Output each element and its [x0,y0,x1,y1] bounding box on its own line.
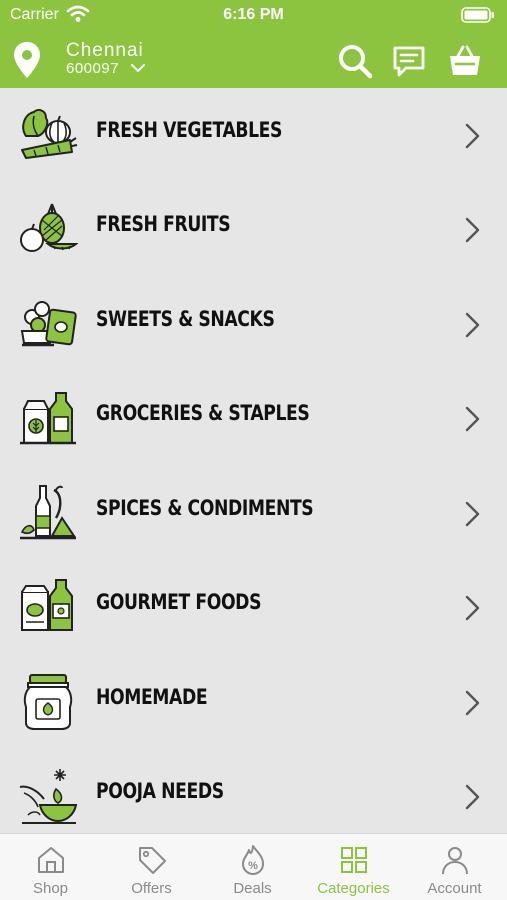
chevron-right-icon[interactable] [462,500,484,528]
category-label[interactable]: POOJA NEEDS [96,779,224,803]
category-row-gourmet-foods[interactable]: GOURMET FOODS [0,560,507,654]
category-row-sweets-snacks[interactable]: SWEETS & SNACKS [0,277,507,371]
chevron-right-icon[interactable] [462,405,484,433]
chevron-right-icon[interactable] [462,311,484,339]
groceries-icon [20,392,76,445]
chevron-right-icon[interactable] [462,783,484,811]
chevron-right-icon[interactable] [462,122,484,150]
app-header: Chennai 600097 [0,34,507,88]
gourmet-icon [21,579,73,631]
percent-icon[interactable]: % [237,844,269,876]
search-icon[interactable] [336,42,374,80]
status-bar: Carrier 6:16 PM [0,0,507,34]
tab-offers[interactable]: Offers [101,834,202,900]
fruits-icon [20,203,78,252]
tag-icon[interactable] [136,844,168,876]
tab-label[interactable]: Shop [0,880,101,897]
sweets-icon [20,301,77,347]
basket-icon[interactable] [446,42,484,80]
category-label[interactable]: FRESH FRUITS [96,212,231,236]
tab-deals[interactable]: % Deals [202,834,303,900]
category-label[interactable]: SWEETS & SNACKS [96,307,275,331]
svg-text:%: % [248,860,258,872]
category-label[interactable]: GROCERIES & STAPLES [96,401,310,425]
location-city[interactable]: Chennai [66,40,144,62]
tab-label[interactable]: Account [404,880,505,897]
category-row-spices-condiments[interactable]: SPICES & CONDIMENTS [0,466,507,560]
category-row-groceries-staples[interactable]: GROCERIES & STAPLES [0,371,507,465]
tab-label[interactable]: Offers [101,880,202,897]
spices-icon [20,485,76,540]
chevron-right-icon[interactable] [462,594,484,622]
category-row-homemade[interactable]: HOMEMADE [0,655,507,749]
chevron-right-icon[interactable] [462,689,484,717]
location-pincode[interactable]: 600097 [66,60,119,77]
pooja-lamp-icon [19,769,78,824]
grid-icon[interactable] [338,844,370,876]
homemade-jar-icon [23,674,73,730]
battery-icon [461,7,494,23]
tab-label[interactable]: Categories [303,880,404,897]
category-label[interactable]: FRESH VEGETABLES [96,118,282,142]
category-list[interactable]: FRESH VEGETABLES FRESH FRUITS SWEETS & S… [0,88,507,833]
tab-label[interactable]: Deals [202,880,303,897]
user-icon[interactable] [439,844,471,876]
tab-categories[interactable]: Categories [303,834,404,900]
category-row-pooja-needs[interactable]: POOJA NEEDS [0,749,507,833]
category-row-fresh-vegetables[interactable]: FRESH VEGETABLES [0,88,507,182]
chevron-right-icon[interactable] [462,216,484,244]
category-label[interactable]: SPICES & CONDIMENTS [96,496,314,520]
category-label[interactable]: GOURMET FOODS [96,590,261,614]
tab-shop[interactable]: Shop [0,834,101,900]
vegetables-icon [21,109,78,159]
home-icon[interactable] [35,844,67,876]
location-pin-icon[interactable] [12,40,42,80]
clock-time: 6:16 PM [223,6,284,23]
category-row-fresh-fruits[interactable]: FRESH FRUITS [0,182,507,276]
chevron-down-icon[interactable] [130,61,146,75]
tab-account[interactable]: Account [404,834,505,900]
category-label[interactable]: HOMEMADE [96,685,208,709]
bottom-tab-bar: Shop Offers % Deals Categories Account [0,833,507,900]
chat-icon[interactable] [390,42,428,80]
